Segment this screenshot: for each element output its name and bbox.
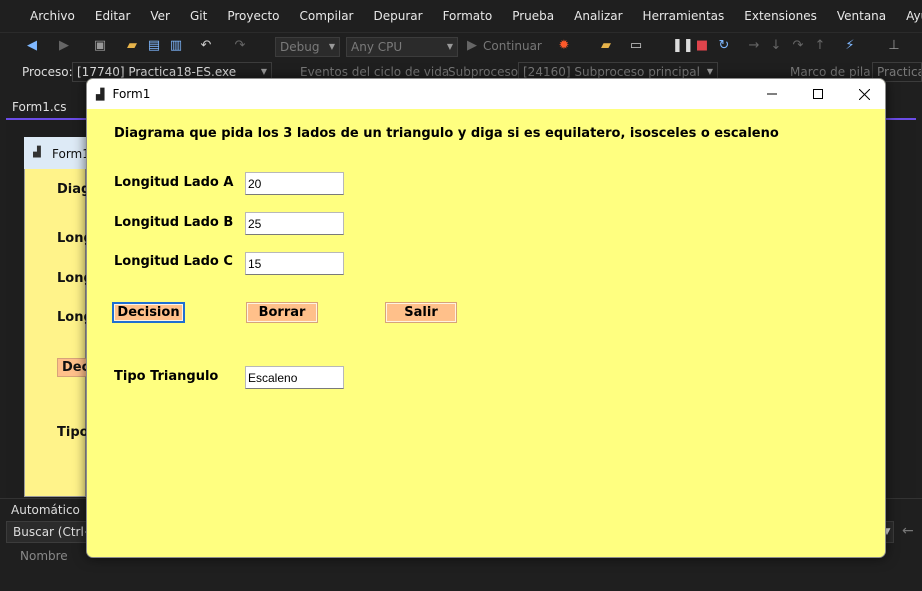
configuration-dropdown[interactable]: Debug ▼ bbox=[275, 37, 340, 57]
menu-extensiones[interactable]: Extensiones bbox=[734, 9, 827, 23]
save-all-icon[interactable]: ▥ bbox=[168, 38, 184, 54]
configuration-value: Debug bbox=[280, 40, 320, 54]
lifecycle-events-label[interactable]: Eventos del ciclo de vida bbox=[300, 65, 449, 79]
process-label: Proceso: bbox=[22, 65, 73, 79]
menu-herramientas[interactable]: Herramientas bbox=[633, 9, 735, 23]
save-icon[interactable]: ▤ bbox=[146, 38, 162, 54]
folder-browse-icon[interactable]: ▰ bbox=[598, 38, 614, 54]
stop-icon[interactable]: ■ bbox=[694, 38, 710, 54]
close-icon bbox=[858, 88, 870, 100]
side-a-label: Longitud Lado A bbox=[114, 175, 234, 190]
designer-label: Tipo bbox=[57, 425, 89, 440]
document-tab-form1[interactable]: Form1.cs bbox=[0, 96, 70, 118]
hot-reload-icon[interactable]: ✹ bbox=[556, 38, 572, 54]
menubar: Archivo Editar Ver Git Proyecto Compilar… bbox=[0, 0, 922, 32]
clear-button[interactable]: Borrar bbox=[246, 302, 318, 323]
redo-icon[interactable]: ↷ bbox=[232, 38, 248, 54]
open-folder-icon[interactable]: ▰ bbox=[124, 38, 140, 54]
form1-window: ▟ Form1 Diagrama que pida los 3 lados de… bbox=[86, 78, 886, 558]
heading-label: Diagrama que pida los 3 lados de un tria… bbox=[114, 126, 779, 141]
back-arrow-icon[interactable]: ← bbox=[902, 523, 914, 539]
show-next-statement-icon[interactable]: → bbox=[746, 38, 762, 54]
menu-ver[interactable]: Ver bbox=[140, 9, 180, 23]
platform-value: Any CPU bbox=[351, 40, 403, 54]
menu-depurar[interactable]: Depurar bbox=[363, 9, 432, 23]
undo-icon[interactable]: ↶ bbox=[198, 38, 214, 54]
maximize-button[interactable] bbox=[795, 79, 841, 109]
window-layout-icon[interactable]: ▭ bbox=[628, 38, 644, 54]
menu-prueba[interactable]: Prueba bbox=[502, 9, 564, 23]
form1-client-area: Diagrama que pida los 3 lados de un tria… bbox=[87, 109, 885, 557]
new-project-icon[interactable]: ▣ bbox=[92, 38, 108, 54]
side-c-input[interactable]: 15 bbox=[245, 252, 344, 275]
minimize-button[interactable] bbox=[749, 79, 795, 109]
exit-button[interactable]: Salir bbox=[385, 302, 457, 323]
form1-titlebar[interactable]: ▟ Form1 bbox=[87, 79, 885, 109]
side-a-input[interactable]: 20 bbox=[245, 172, 344, 195]
chevron-down-icon: ▼ bbox=[446, 42, 453, 51]
stack-frame-label: Marco de pila: bbox=[790, 65, 875, 79]
menu-formato[interactable]: Formato bbox=[433, 9, 503, 23]
navigate-forward-icon[interactable]: ▶ bbox=[56, 38, 72, 54]
menu-compilar[interactable]: Compilar bbox=[290, 9, 364, 23]
maximize-icon bbox=[813, 89, 823, 99]
form-icon: ▟ bbox=[33, 147, 41, 158]
step-into-icon[interactable]: ↓ bbox=[768, 38, 784, 54]
autos-title: Automático bbox=[11, 503, 80, 517]
designer-form-titlebar: ▟ Form1 bbox=[24, 137, 90, 169]
step-out-icon[interactable]: ↑ bbox=[812, 38, 828, 54]
menu-ventana[interactable]: Ventana bbox=[827, 9, 896, 23]
decision-button[interactable]: Decision bbox=[112, 302, 185, 323]
close-button[interactable] bbox=[841, 79, 885, 109]
designer-form-title: Form1 bbox=[52, 147, 90, 161]
designer-form-preview[interactable]: Diag Long Long Long Dec Tipo bbox=[24, 137, 95, 497]
navigate-back-icon[interactable]: ◀ bbox=[24, 38, 40, 54]
step-over-icon[interactable]: ↷ bbox=[790, 38, 806, 54]
breakpoint-options-icon[interactable]: ⊥ bbox=[886, 38, 902, 54]
menu-git[interactable]: Git bbox=[180, 9, 217, 23]
triangle-type-label: Tipo Triangulo bbox=[114, 369, 219, 384]
diagnostics-icon[interactable]: ⚡ bbox=[842, 38, 858, 54]
side-c-label: Longitud Lado C bbox=[114, 254, 233, 269]
form1-title: Form1 bbox=[112, 87, 151, 101]
chevron-down-icon: ▼ bbox=[328, 42, 335, 51]
process-value: [17740] Practica18-ES.exe bbox=[77, 65, 237, 79]
side-b-input[interactable]: 25 bbox=[245, 212, 344, 235]
restart-icon[interactable]: ↻ bbox=[716, 38, 732, 54]
menu-archivo[interactable]: Archivo bbox=[20, 9, 85, 23]
subprocess-value: [24160] Subproceso principal bbox=[523, 65, 700, 79]
menu-editar[interactable]: Editar bbox=[85, 9, 141, 23]
minimize-icon bbox=[767, 93, 777, 95]
menu-proyecto[interactable]: Proyecto bbox=[217, 9, 289, 23]
menu-analizar[interactable]: Analizar bbox=[564, 9, 632, 23]
pause-icon[interactable]: ❚❚ bbox=[672, 38, 694, 54]
continue-play-icon[interactable]: ▶ bbox=[464, 38, 480, 54]
subprocess-label: Subproceso: bbox=[448, 65, 523, 79]
side-b-label: Longitud Lado B bbox=[114, 215, 234, 230]
form-icon: ▟ bbox=[96, 87, 105, 101]
menu-ayuda[interactable]: Ayuda bbox=[896, 9, 922, 23]
continue-label[interactable]: Continuar bbox=[483, 39, 542, 53]
stack-frame-value: Practica1 bbox=[877, 65, 921, 79]
column-header-name[interactable]: Nombre bbox=[20, 549, 68, 563]
toolbar: ◀ ▶ ▣ ▰ ▤ ▥ ↶ ↷ Debug ▼ Any CPU ▼ ▶ Contin… bbox=[0, 32, 922, 60]
triangle-type-output[interactable]: Escaleno bbox=[245, 366, 344, 389]
platform-dropdown[interactable]: Any CPU ▼ bbox=[346, 37, 458, 57]
